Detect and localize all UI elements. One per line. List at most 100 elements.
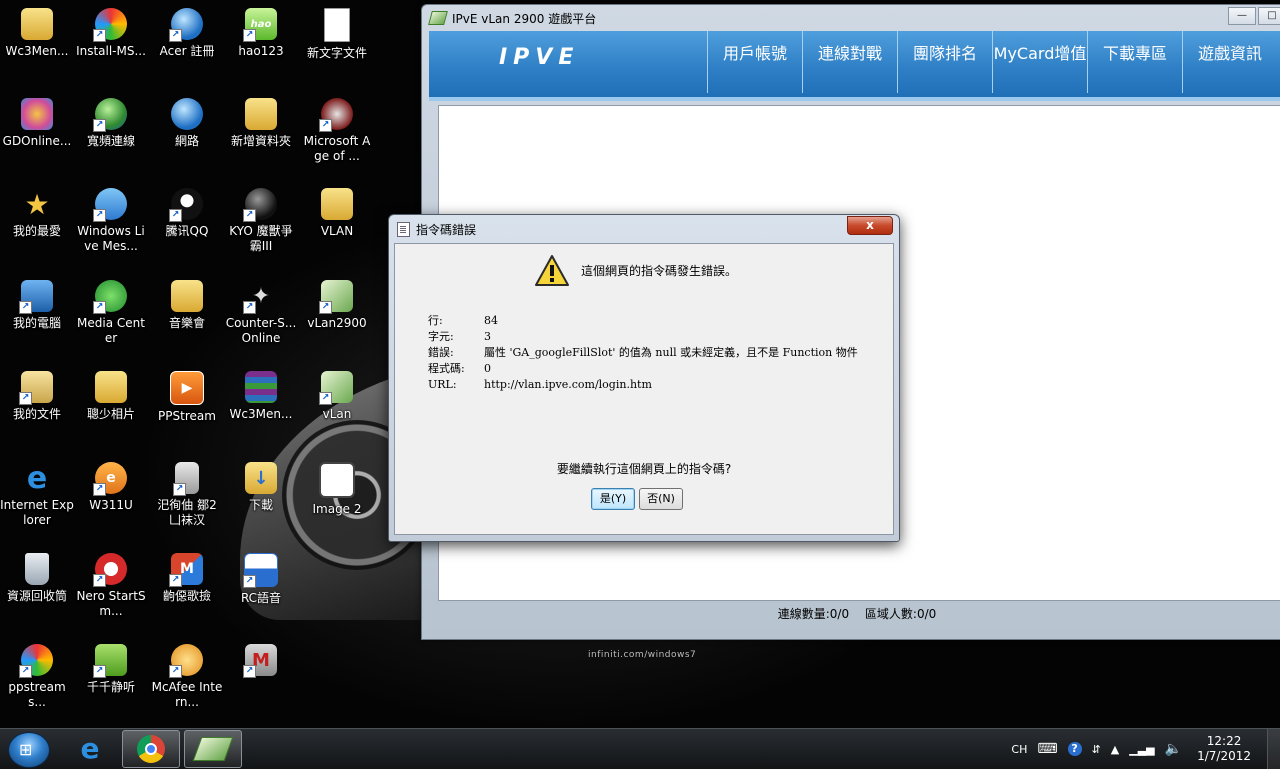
msn-butterfly-icon <box>93 8 127 42</box>
desktop-icon-winrar[interactable]: Wc3Men... <box>224 371 298 422</box>
chrome-icon <box>137 735 165 763</box>
desktop-icon-windows-live-messenger[interactable]: Windows Live Mes... <box>74 188 148 254</box>
documents-folder-icon <box>19 371 53 405</box>
desktop-icon-downloads[interactable]: ↓ 下載 <box>224 462 298 513</box>
dialog-heading: 這個網頁的指令碼發生錯誤。 <box>581 264 738 278</box>
soldier-icon: ✦ <box>243 280 277 314</box>
start-button[interactable]: ⊞ <box>8 732 50 768</box>
dialog-title: 指令碼錯誤 <box>416 223 477 237</box>
desktop-icon-photos[interactable]: 聰少相片 <box>74 371 148 422</box>
desktop-icon-msnshell[interactable]: ppstreams... <box>0 644 74 710</box>
msn-butterfly-icon <box>19 644 53 678</box>
folder-icon <box>95 371 127 403</box>
desktop-icon-vlan[interactable]: vLan <box>300 371 374 422</box>
no-button[interactable]: 否(N) <box>639 488 683 510</box>
desktop-icon-kyo-warcraft[interactable]: KYO 魔獸爭霸III <box>224 188 298 254</box>
vlan-app-icon <box>319 280 353 314</box>
app-window-titlebar[interactable]: IPvE vLan 2900 遊戲平台 <box>428 9 596 27</box>
text-document-icon <box>324 8 350 42</box>
desktop-icon-image2[interactable]: Image 2 <box>300 462 374 517</box>
help-icon[interactable]: ? <box>1067 742 1082 756</box>
desktop-icon-ppstreams[interactable]: 千千静听 <box>74 644 148 695</box>
mcafee-icon: M <box>243 644 277 678</box>
show-hidden-icons-icon[interactable]: ▲ <box>1111 743 1119 756</box>
dialog-question: 要繼續執行這個網頁上的指令碼? <box>556 462 732 476</box>
maximize-button[interactable]: □ <box>1258 7 1280 25</box>
desktop-icon-internet-explorer[interactable]: e Internet Explorer <box>0 461 74 528</box>
detail-error: 錯誤: 屬性 'GA_googleFillSlot' 的值為 null 或未經定義… <box>428 346 858 359</box>
app-nav-bar: IPVE 用戶帳號 連線對戰 團隊排名 MyCard增值 下載專區 遊戲資訊 <box>429 31 1280 101</box>
desktop-icon-favorites[interactable]: ★ 我的最愛 <box>0 188 74 239</box>
clock[interactable]: 12:22 1/7/2012 <box>1197 734 1251 764</box>
desktop-icon-ppstream[interactable]: ▶ PPStream <box>150 371 224 424</box>
desktop-icon-qq[interactable]: 騰讯QQ <box>150 188 224 239</box>
ipve-logo: IPVE <box>499 45 580 70</box>
desktop-icon-w311u[interactable]: e W311U <box>74 462 148 513</box>
folder-icon <box>245 98 277 130</box>
input-language[interactable]: CH <box>1011 743 1027 756</box>
messenger-icon <box>93 188 127 222</box>
desktop-icon-network[interactable]: 網路 <box>150 98 224 149</box>
desktop-icon-rc-voice[interactable]: RC語音 <box>224 553 298 606</box>
media-center-icon <box>93 280 127 314</box>
desktop-icon-gdonline[interactable]: GDOnline... <box>0 98 74 149</box>
desktop-icon-counter-strike[interactable]: ✦ Counter-S... Online <box>224 280 298 346</box>
desktop-icon-wc3men[interactable]: Wc3Men... <box>0 8 74 59</box>
app-window-controls: — □ <box>1228 7 1280 25</box>
volume-icon[interactable]: 🔈 <box>1165 741 1182 757</box>
w311u-icon: e <box>93 462 127 496</box>
wallpaper-watermark: infiniti.com/windows7 <box>588 650 697 660</box>
desktop-icon-vlan2900[interactable]: vLan2900 <box>300 280 374 331</box>
script-error-dialog[interactable]: 指令碼錯誤 x 這個網頁的指令碼發生錯誤。 行: 84 字元: 3 錯誤: 屬性 'G… <box>388 214 900 542</box>
nav-mycard-topup[interactable]: MyCard增值 <box>992 31 1087 93</box>
desktop-icon-hao123[interactable]: hao hao123 <box>224 8 298 59</box>
network-signal-icon[interactable]: ▁▃▅ <box>1129 743 1154 756</box>
taskbar-internet-explorer[interactable]: e <box>62 730 118 766</box>
nav-game-info[interactable]: 遊戲資訊 <box>1182 31 1277 93</box>
desktop-icon-media-center[interactable]: Media Center <box>74 280 148 346</box>
desktop-icon-music[interactable]: 音樂會 <box>150 280 224 331</box>
qq-penguin-icon <box>169 188 203 222</box>
rc-voice-icon <box>243 553 278 588</box>
nav-downloads[interactable]: 下載專區 <box>1087 31 1182 93</box>
desktop-icon-mcafee[interactable]: M <box>224 644 298 680</box>
desktop-icon-vlan-folder[interactable]: VLAN <box>300 188 374 239</box>
winrar-icon <box>245 371 277 403</box>
desktop-icon-my-computer[interactable]: 我的電腦 <box>0 280 74 331</box>
dialog-titlebar[interactable]: 指令碼錯誤 <box>397 221 476 238</box>
app-status-bar: 連線數量:0/0 區域人數:0/0 <box>422 605 1280 625</box>
minimize-button[interactable]: — <box>1228 7 1256 25</box>
desktop-icon-new-folder[interactable]: 新增資料夾 <box>224 98 298 149</box>
recycle-bin-icon <box>25 553 49 585</box>
area-user-count: 區域人數:0/0 <box>864 607 937 621</box>
desktop-icon-new-text-doc[interactable]: 新文字文件 <box>300 8 374 61</box>
desktop-icon-ttplayer[interactable]: McAfee Intern... <box>150 644 224 710</box>
desktop-icon-acer[interactable]: Acer 註冊 <box>150 8 224 59</box>
desktop-icon-age-of-empires[interactable]: Microsoft Age of ... <box>300 98 374 164</box>
desktop-icon-broadband[interactable]: 寬頻連線 <box>74 98 148 149</box>
dialog-close-button[interactable]: x <box>847 216 893 235</box>
desktop-icon-nero[interactable]: Nero StartSm... <box>74 553 148 619</box>
taskbar: ⊞ e CH ⌨ ? ⇵ ▲ ▁▃▅ 🔈 12:22 1/7/2012 <box>0 728 1280 769</box>
nav-online-battle[interactable]: 連線對戰 <box>802 31 897 93</box>
vlan-app-icon <box>319 371 353 405</box>
ime-options-icon[interactable]: ⇵ <box>1092 743 1101 756</box>
desktop-icon-install-ms[interactable]: Install-MS... <box>74 8 148 59</box>
clock-time: 12:22 <box>1206 734 1242 748</box>
keyboard-icon[interactable]: ⌨ <box>1037 741 1057 757</box>
desktop-icon-recycle-bin[interactable]: 資源回收筒 <box>0 553 74 604</box>
taskbar-chrome[interactable] <box>122 730 180 768</box>
desktop-icon-garbled-app[interactable]: 汜徇伷 鄒2 凵袜汉 <box>150 462 224 528</box>
desktop-icon-office[interactable]: M 齣僫歌撿 <box>150 553 224 604</box>
taskbar-vlan-app[interactable] <box>184 730 242 768</box>
folder-icon <box>21 8 53 40</box>
show-desktop-button[interactable] <box>1267 729 1280 769</box>
nav-team-ranking[interactable]: 團隊排名 <box>897 31 992 93</box>
detail-char: 字元: 3 <box>428 330 491 343</box>
desktop-icon-my-documents[interactable]: 我的文件 <box>0 371 74 422</box>
app-icon <box>173 462 199 496</box>
folder-icon <box>321 188 353 220</box>
nav-user-account[interactable]: 用戶帳號 <box>707 31 802 93</box>
yes-button[interactable]: 是(Y) <box>591 488 635 510</box>
headphones-icon <box>169 644 203 678</box>
